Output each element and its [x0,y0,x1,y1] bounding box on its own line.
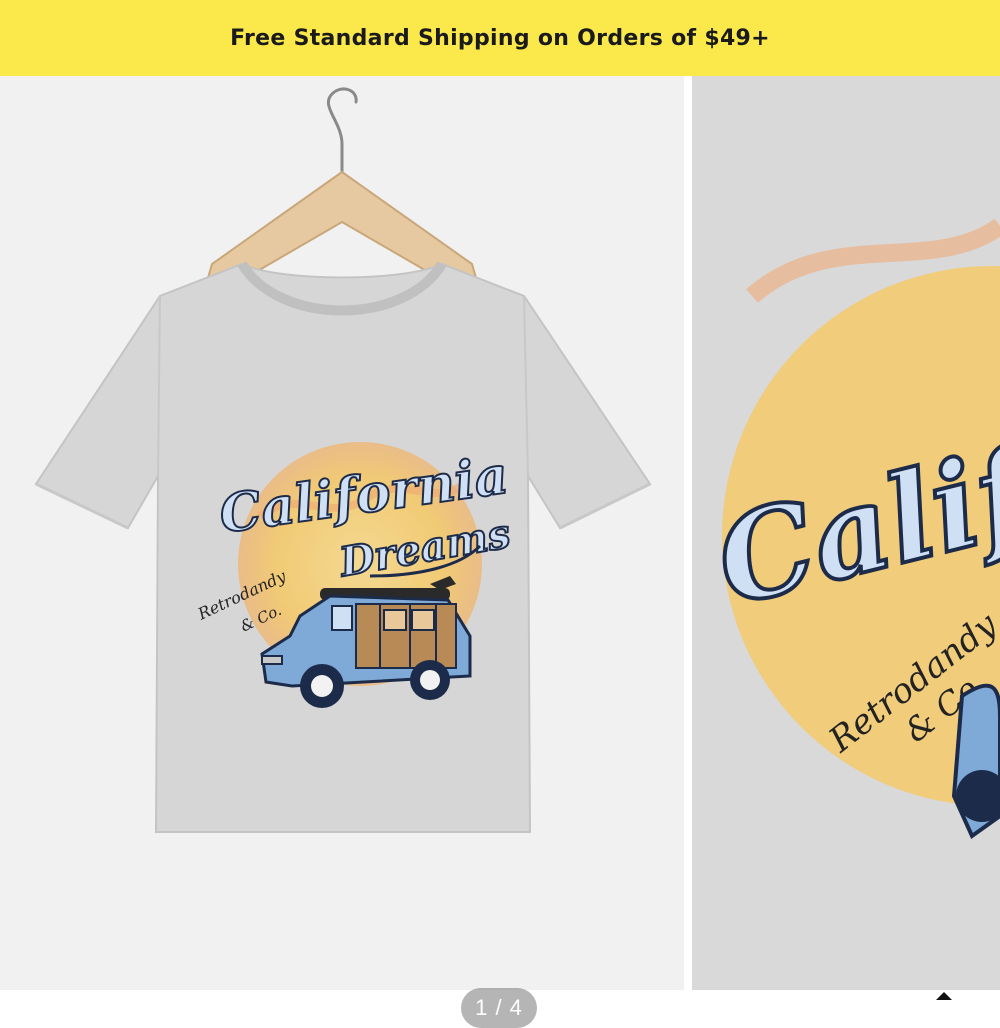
hanger-icon [206,170,478,282]
image-counter: 1 / 4 [461,988,537,1028]
product-image-next-peek[interactable]: California Retrodandy & Co. [692,76,1000,990]
promo-banner-text: Free Standard Shipping on Orders of $49+ [230,25,770,51]
product-image-main[interactable]: California Dreams Retrodandy & Co. [0,76,684,990]
promo-banner[interactable]: Free Standard Shipping on Orders of $49+ [0,0,1000,76]
product-image-gallery[interactable]: California Dreams Retrodandy & Co. Calif… [0,76,1000,1028]
scroll-up-icon[interactable] [936,992,952,1000]
hanger-hook-icon [326,87,358,174]
tshirt-illustration: California Dreams Retrodandy & Co. [34,87,652,833]
print-closeup-illustration: California Retrodandy & Co. [692,76,1000,990]
